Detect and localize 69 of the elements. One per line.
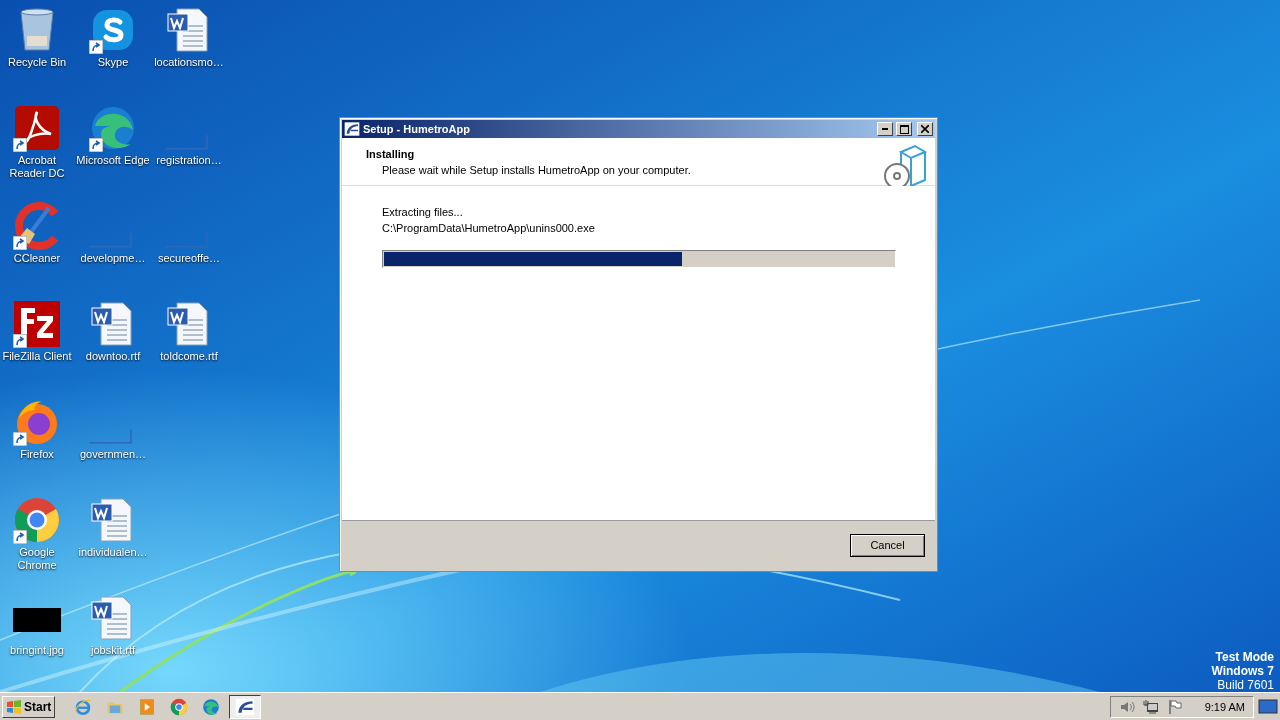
setup-icon — [344, 121, 360, 137]
icon-label: bringint.jpg — [10, 644, 64, 657]
windows-logo-icon — [6, 699, 22, 714]
icon-label: Acrobat Reader DC — [8, 154, 66, 180]
desktop-icon[interactable]: Recycle Bin — [0, 6, 74, 98]
desktop-icon[interactable]: Microsoft Edge — [76, 104, 150, 196]
icon-label: individualen… — [78, 546, 148, 559]
show-desktop-icon[interactable] — [1258, 698, 1278, 715]
icon-label: developme… — [80, 252, 146, 265]
chrome-icon — [170, 697, 189, 716]
icon-label: Google Chrome — [16, 546, 58, 572]
desktop-icon[interactable]: Firefox — [0, 398, 74, 490]
system-notice: Build 7601 — [1217, 678, 1274, 692]
blank-file-icon — [165, 231, 209, 248]
desktop-icon[interactable]: Skype — [76, 6, 150, 98]
setup-icon — [235, 696, 256, 717]
icon-label: registration… — [156, 154, 222, 167]
desktop-icon[interactable]: Acrobat Reader DC — [0, 104, 74, 196]
file-path: C:\ProgramData\HumetroApp\unins000.exe — [382, 222, 596, 234]
system-notice: Windows 7 — [1211, 664, 1274, 678]
desktop-icon[interactable]: registration… — [152, 104, 226, 196]
desktop-icon[interactable]: toldcome.rtf — [152, 300, 226, 392]
icon-label: jobskit.rtf — [91, 644, 135, 657]
desktop-icon[interactable]: secureoffe… — [152, 202, 226, 294]
blank-file-icon — [89, 427, 133, 444]
icon-label: Firefox — [20, 448, 54, 461]
close-icon — [921, 125, 929, 133]
media-player-icon — [138, 697, 157, 716]
close-button[interactable] — [917, 122, 933, 136]
desktop-icon[interactable]: locationsmo… — [152, 6, 226, 98]
edge-icon — [202, 697, 221, 716]
page-subheading: Please wait while Setup installs HumetroApp on your computer. — [381, 164, 691, 176]
status-text: Extracting files... — [382, 206, 464, 218]
desktop-icon[interactable]: developme… — [76, 202, 150, 294]
network-icon[interactable] — [1142, 698, 1159, 715]
cancel-button[interactable]: Cancel — [850, 533, 925, 557]
desktop-icon[interactable]: governmen… — [76, 398, 150, 490]
page-heading: Installing — [366, 148, 416, 160]
icon-label: locationsmo… — [154, 56, 224, 69]
maximize-button[interactable] — [896, 122, 912, 136]
flag-icon[interactable] — [1166, 698, 1183, 715]
icon-label: CCleaner — [13, 252, 61, 265]
desktop-icon[interactable]: downtoo.rtf — [76, 300, 150, 392]
icon-label: secureoffe… — [157, 252, 221, 265]
desktop-icon[interactable]: CCleaner — [0, 202, 74, 294]
internet-explorer-icon — [74, 697, 93, 716]
pdf-icon — [13, 104, 61, 152]
icon-label: Microsoft Edge — [76, 154, 150, 167]
window-title: Setup - HumetroApp — [363, 123, 471, 135]
chrome-icon — [13, 496, 61, 544]
edge-icon — [89, 104, 137, 152]
icon-label: toldcome.rtf — [160, 350, 218, 363]
start-button[interactable]: Start — [2, 695, 56, 718]
blank-file-icon — [165, 133, 209, 150]
icon-label: FileZilla Client — [2, 350, 72, 363]
filezilla-icon — [13, 300, 61, 348]
icon-label: Recycle Bin — [7, 56, 67, 69]
desktop-icon[interactable]: FileZilla Client — [0, 300, 74, 392]
icon-label: governmen… — [79, 448, 146, 461]
icon-label: Skype — [97, 56, 129, 69]
broom-c-icon — [13, 202, 61, 250]
clock: 9:19 AM — [1204, 700, 1245, 713]
minimize-button[interactable] — [877, 122, 893, 136]
icon-label: downtoo.rtf — [85, 350, 141, 363]
system-notice: Test Mode — [1215, 650, 1274, 664]
maximize-icon — [899, 124, 909, 134]
taskbar-button[interactable] — [229, 694, 262, 719]
blank-file-icon — [89, 231, 133, 248]
minimize-icon — [882, 128, 888, 130]
